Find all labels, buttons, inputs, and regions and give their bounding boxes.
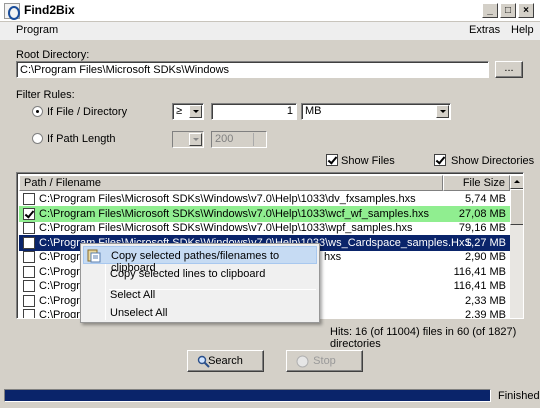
- path-operator-select[interactable]: [172, 131, 204, 148]
- chevron-down-icon[interactable]: [189, 105, 202, 118]
- menu-select-all[interactable]: Select All: [83, 286, 317, 304]
- path-length-stepper[interactable]: 200: [211, 131, 267, 148]
- minimize-button[interactable]: _: [482, 3, 498, 18]
- path-length-radio[interactable]: [32, 133, 43, 144]
- row-checkbox[interactable]: [23, 294, 35, 307]
- close-button[interactable]: ×: [518, 3, 534, 18]
- column-size[interactable]: File Size: [443, 175, 510, 191]
- row-checkbox[interactable]: [23, 207, 35, 220]
- path-length-value: 200: [215, 133, 234, 145]
- hits-summary: Hits: 16 (of 11004) files in 60 (of 1827…: [330, 326, 517, 350]
- size-unit-value: MB: [305, 105, 322, 117]
- list-header: Path / Filename File Size: [19, 175, 510, 191]
- show-files-label: Show Files: [341, 155, 395, 167]
- show-directories-checkbox[interactable]: [434, 154, 446, 166]
- menu-select-all-label: Select All: [110, 289, 156, 301]
- progress-bar: [4, 389, 491, 402]
- menu-unselect-all[interactable]: Unselect All: [83, 304, 317, 322]
- window-title: Find2Bix: [24, 3, 75, 17]
- search-button-label: Search: [208, 355, 243, 367]
- show-directories-label: Show Directories: [451, 155, 535, 167]
- stop-button[interactable]: Stop: [286, 350, 363, 372]
- row-checkbox[interactable]: [23, 309, 35, 318]
- row-path: C:\Program Files\Microsoft SDKs\Windows\…: [39, 207, 430, 220]
- menu-extras[interactable]: Extras: [469, 24, 500, 36]
- size-unit-select[interactable]: MB: [301, 103, 451, 120]
- size-operator-select[interactable]: ≥: [172, 103, 204, 120]
- search-icon: [197, 355, 210, 368]
- maximize-button[interactable]: □: [500, 3, 516, 18]
- row-size: 5,74 MB: [465, 193, 506, 205]
- scroll-up-button[interactable]: [510, 175, 523, 189]
- row-size: 2,90 MB: [465, 251, 506, 263]
- row-size: 116,41 MB: [453, 280, 506, 292]
- search-button[interactable]: Search: [187, 350, 264, 372]
- column-path[interactable]: Path / Filename: [19, 175, 443, 191]
- row-path: C:\Program Files\Microsoft SDKs\Windows\…: [39, 222, 413, 234]
- chevron-down-icon[interactable]: [189, 133, 202, 146]
- row-size: 79,16 MB: [458, 222, 506, 234]
- browse-button[interactable]: ...: [495, 61, 523, 78]
- app-icon: [4, 3, 20, 20]
- main-window: Find2Bix _ □ × Program Extras Help Root …: [0, 0, 540, 408]
- row-size: 2,33 MB: [465, 294, 506, 307]
- root-directory-label: Root Directory:: [16, 49, 90, 61]
- row-checkbox[interactable]: [23, 236, 35, 249]
- menu-copy-lines-label: Copy selected lines to clipboard: [110, 268, 266, 280]
- row-size: 1,27 MB: [465, 236, 506, 249]
- size-operator-value: ≥: [176, 105, 183, 117]
- menu-copy-lines[interactable]: Copy selected lines to clipboard: [83, 265, 317, 283]
- root-directory-input[interactable]: C:\Program Files\Microsoft SDKs\Windows: [16, 61, 489, 78]
- menu-copy-paths[interactable]: Copy selected pathes/filenames to clipbo…: [83, 246, 317, 274]
- progress-fill: [5, 390, 490, 401]
- row-checkbox[interactable]: [23, 251, 35, 263]
- context-menu: Copy selected pathes/filenames to clipbo…: [80, 243, 320, 323]
- row-path-tail: hxs: [324, 251, 342, 263]
- clipboard-icon: [87, 249, 101, 263]
- filter-rules-label: Filter Rules:: [16, 89, 75, 101]
- chevron-down-icon[interactable]: [436, 105, 449, 118]
- status-text: Finished.: [498, 390, 540, 402]
- size-value-input[interactable]: 1: [211, 103, 297, 120]
- menu-bar: Program Extras Help: [0, 22, 540, 40]
- title-bar[interactable]: Find2Bix _ □ ×: [0, 0, 540, 22]
- stop-icon: [296, 355, 309, 368]
- row-path: C:\Program Files\Microsoft SDKs\Windows\…: [39, 193, 416, 205]
- row-checkbox[interactable]: [23, 193, 35, 205]
- menu-program[interactable]: Program: [16, 24, 58, 36]
- show-files-checkbox[interactable]: [326, 154, 338, 166]
- row-checkbox[interactable]: [23, 280, 35, 292]
- row-size: 116,41 MB: [453, 265, 506, 278]
- menu-help[interactable]: Help: [511, 24, 534, 36]
- menu-unselect-all-label: Unselect All: [110, 307, 168, 319]
- path-length-label: If Path Length: [47, 133, 116, 145]
- spin-buttons[interactable]: [253, 133, 265, 146]
- row-size: 2,39 MB: [465, 309, 506, 319]
- vertical-scrollbar[interactable]: [510, 175, 523, 318]
- row-checkbox[interactable]: [23, 265, 35, 278]
- file-directory-radio[interactable]: [32, 106, 43, 117]
- scroll-thumb[interactable]: [510, 189, 523, 225]
- stop-button-label: Stop: [313, 355, 336, 367]
- row-size: 27,08 MB: [458, 207, 506, 220]
- row-checkbox[interactable]: [23, 222, 35, 234]
- file-directory-label: If File / Directory: [47, 106, 128, 118]
